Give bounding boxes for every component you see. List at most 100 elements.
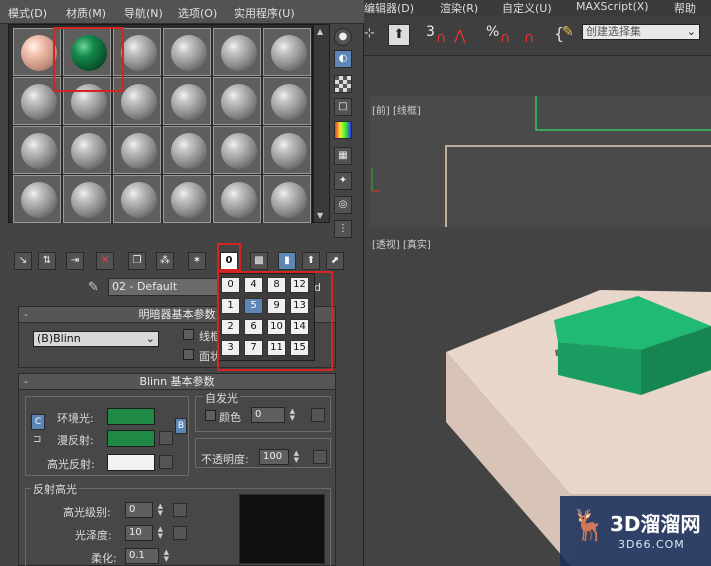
diffuse-map-button[interactable] — [159, 431, 173, 445]
angle-snap-icon[interactable]: ⋀ — [454, 28, 465, 44]
soften-spinner[interactable]: 0.1 ▲ ▼ — [125, 548, 169, 564]
sample-slot[interactable] — [113, 126, 161, 174]
sample-slot[interactable] — [263, 175, 311, 223]
sample-slot[interactable] — [213, 77, 261, 125]
make-copy-icon[interactable]: ❐ — [128, 252, 146, 270]
menu-maxscript[interactable]: MAXScript(X) — [576, 0, 649, 13]
show-end-result-icon[interactable]: ▮ — [278, 252, 296, 270]
self-illum-map-button[interactable] — [311, 408, 325, 422]
sample-slot[interactable] — [13, 175, 61, 223]
scroll-up-icon[interactable]: ▲ — [317, 27, 323, 36]
glossiness-map-button[interactable] — [173, 526, 187, 540]
eyedropper-icon[interactable]: ✎ — [88, 280, 99, 295]
shader-type-dropdown[interactable]: (B)Blinn ⌄ — [33, 331, 159, 347]
material-navigator-icon[interactable]: ⋮ — [334, 220, 352, 238]
watermark-sub-text: 3D66.COM — [618, 538, 685, 551]
put-to-library-icon[interactable]: ✶ — [188, 252, 206, 270]
menu-utilities[interactable]: 实用程序(U) — [234, 5, 295, 21]
front-viewport[interactable]: [前] [线框] — [370, 96, 711, 227]
spinner-arrows-icon[interactable]: ▲ ▼ — [294, 450, 299, 464]
assign-to-selection-icon[interactable]: ⇥ — [66, 252, 84, 270]
sample-sphere — [71, 133, 107, 169]
spinner-arrows-icon[interactable]: ▲ ▼ — [158, 503, 163, 517]
sample-slot[interactable] — [63, 126, 111, 174]
self-illum-color-checkbox[interactable] — [205, 410, 216, 421]
go-to-parent-icon[interactable]: ⬆ — [302, 252, 320, 270]
self-illum-spinner[interactable]: 0 ▲ ▼ — [251, 407, 295, 423]
sample-sphere — [171, 133, 207, 169]
sample-sphere — [221, 35, 257, 71]
percent-snap-icon[interactable]: ∩ — [500, 30, 510, 46]
opacity-spinner[interactable]: 100 ▲ ▼ — [259, 449, 299, 465]
sample-sphere — [21, 133, 57, 169]
snap-toggle-icon[interactable]: ∩ — [436, 30, 446, 46]
sample-slot[interactable] — [113, 175, 161, 223]
lock-ambient-diffuse-button[interactable]: C — [31, 414, 45, 430]
menu-graph-editors[interactable]: 编辑器(D) — [364, 0, 414, 16]
backlight-icon[interactable]: ◐ — [334, 50, 352, 68]
wire-checkbox[interactable] — [183, 329, 194, 340]
glossiness-spinner[interactable]: 10 ▲ ▼ — [125, 525, 163, 541]
make-preview-icon[interactable]: ▦ — [334, 147, 352, 165]
reset-map-icon[interactable]: ✕ — [96, 252, 114, 270]
spinner-snap-icon[interactable]: ∩ — [524, 30, 534, 46]
specular-color-swatch[interactable] — [107, 454, 155, 471]
sample-type-icon[interactable]: ● — [334, 28, 352, 46]
sample-slot[interactable] — [63, 175, 111, 223]
specular-level-spinner[interactable]: 0 ▲ ▼ — [125, 502, 163, 518]
sample-slot[interactable] — [13, 126, 61, 174]
menu-mode[interactable]: 模式(D) — [8, 5, 47, 21]
go-forward-sibling-icon[interactable]: ⬈ — [326, 252, 344, 270]
spinner-arrows-icon[interactable]: ▲ ▼ — [290, 408, 295, 422]
sample-slot[interactable] — [263, 126, 311, 174]
menu-customize[interactable]: 自定义(U) — [502, 0, 552, 16]
lock-diffuse-specular-button[interactable]: B — [175, 418, 187, 434]
opacity-map-button[interactable] — [313, 450, 327, 464]
move-icon[interactable]: ⊹ — [364, 26, 375, 41]
blinn-basic-params-rollout: - Blinn 基本参数 C ⊐ 环境光: 漫反射: 高光反射: B 自发光 颜… — [18, 373, 336, 566]
menu-options[interactable]: 选项(O) — [178, 5, 217, 21]
sample-slot[interactable] — [163, 175, 211, 223]
sample-slot[interactable] — [163, 126, 211, 174]
abc-pencil-icon[interactable]: ✎ — [562, 24, 574, 40]
sample-slot[interactable] — [263, 28, 311, 76]
background-icon[interactable] — [334, 75, 352, 93]
specular-level-map-button[interactable] — [173, 503, 187, 517]
faceted-checkbox[interactable] — [183, 349, 194, 360]
options-icon[interactable]: ✦ — [334, 172, 352, 190]
named-selection-set-dropdown[interactable]: 创建选择集 ⌄ — [582, 24, 700, 40]
menu-navigation[interactable]: 导航(N) — [124, 5, 163, 21]
uv-tiling-icon[interactable]: □ — [334, 98, 352, 116]
spinner-arrows-icon[interactable]: ▲ ▼ — [164, 549, 169, 563]
sample-sphere — [271, 84, 307, 120]
make-unique-icon[interactable]: ⁂ — [156, 252, 174, 270]
get-material-icon[interactable]: ↘ — [14, 252, 32, 270]
watermark-logo: 🦌 3D溜溜网 3D66.COM — [560, 496, 711, 566]
specular-map-button[interactable] — [159, 455, 173, 469]
sample-slot[interactable] — [263, 77, 311, 125]
video-color-check-icon[interactable] — [334, 121, 352, 139]
select-by-material-icon[interactable]: ◎ — [334, 196, 352, 214]
put-to-scene-icon[interactable]: ⇅ — [38, 252, 56, 270]
spinner-arrows-icon[interactable]: ▲ ▼ — [158, 526, 163, 540]
menu-rendering[interactable]: 渲染(R) — [440, 0, 478, 16]
blinn-rollout-header[interactable]: - Blinn 基本参数 — [19, 374, 335, 390]
sample-slot[interactable] — [213, 175, 261, 223]
sample-sphere — [171, 35, 207, 71]
menu-help[interactable]: 帮助 — [674, 0, 696, 16]
diffuse-color-swatch[interactable] — [107, 430, 155, 447]
sample-slot[interactable] — [213, 126, 261, 174]
ambient-color-swatch[interactable] — [107, 408, 155, 425]
sample-slots-scrollbar[interactable]: ▲ ▼ — [313, 24, 330, 223]
menu-material[interactable]: 材质(M) — [66, 5, 106, 21]
scroll-down-icon[interactable]: ▼ — [317, 211, 323, 220]
place-icon[interactable]: ⬆ — [388, 24, 410, 46]
self-illumination-title: 自发光 — [203, 390, 240, 406]
sample-slot[interactable] — [163, 77, 211, 125]
sample-slot[interactable] — [213, 28, 261, 76]
show-map-icon[interactable]: ▩ — [250, 252, 268, 270]
material-name-field[interactable]: 02 - Default — [108, 278, 222, 296]
percent-snap-label: % — [486, 24, 500, 40]
sample-slot[interactable] — [163, 28, 211, 76]
blinn-rollout-title: Blinn 基本参数 — [139, 375, 215, 388]
